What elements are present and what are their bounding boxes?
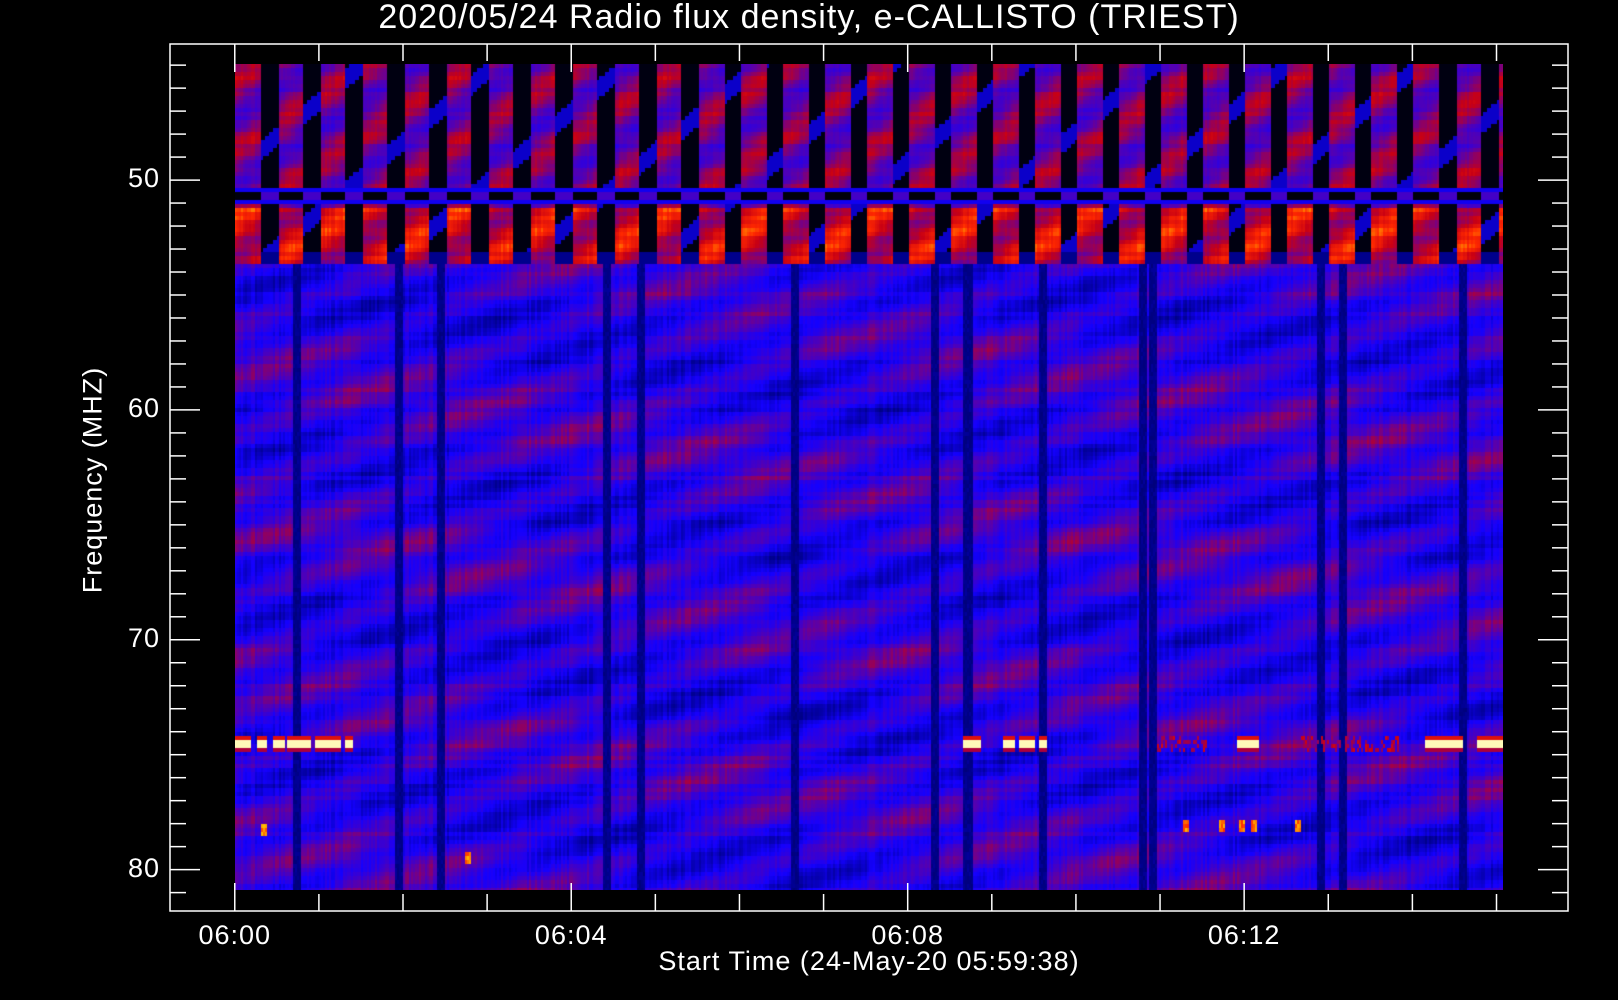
plot-frame <box>169 43 1569 912</box>
y-axis-label: Frequency (MHZ) <box>77 366 108 594</box>
x-axis-label: Start Time (24-May-20 05:59:38) <box>658 946 1080 976</box>
y-tick-label: 60 <box>127 392 160 423</box>
axes <box>169 43 1569 912</box>
y-tick-label: 70 <box>127 622 160 653</box>
y-tick-label: 80 <box>127 852 160 883</box>
y-tick-label: 50 <box>127 163 160 194</box>
